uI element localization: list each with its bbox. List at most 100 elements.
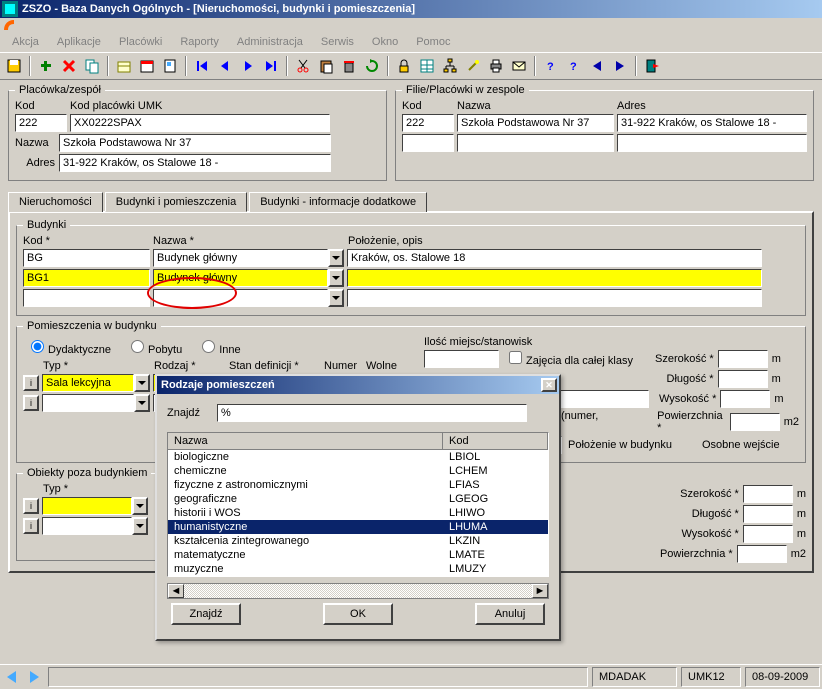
find-button[interactable]: Znajdź (171, 603, 241, 625)
refresh-icon[interactable] (362, 56, 382, 76)
hscrollbar[interactable]: ◄ ► (167, 583, 549, 599)
filie-nazwa-1[interactable] (457, 134, 614, 152)
menu-raporty[interactable]: Raporty (172, 34, 227, 50)
list-item[interactable]: kształcenia zintegrowanegoLKZIN (168, 534, 548, 548)
bud-kod-0[interactable] (23, 249, 150, 267)
delete-icon[interactable] (59, 56, 79, 76)
tab-budynki[interactable]: Budynki i pomieszczenia (105, 192, 247, 212)
next-icon[interactable] (238, 56, 258, 76)
szer-field[interactable] (718, 350, 768, 368)
ob-wys-field[interactable] (743, 525, 793, 543)
filie-adres-0[interactable] (617, 114, 807, 132)
wys-field[interactable] (720, 390, 770, 408)
scroll-track[interactable] (184, 584, 532, 598)
chevron-down-icon[interactable] (132, 497, 148, 515)
find-input[interactable] (217, 404, 527, 422)
first-icon[interactable] (192, 56, 212, 76)
back-icon[interactable] (587, 56, 607, 76)
list-item[interactable]: historii i WOSLHIWO (168, 506, 548, 520)
mail-icon[interactable] (509, 56, 529, 76)
save-icon[interactable] (4, 56, 24, 76)
radio-pobytu[interactable]: Pobytu (131, 340, 182, 356)
cancel-button[interactable]: Anuluj (475, 603, 545, 625)
filie-kod-1[interactable] (402, 134, 454, 152)
row-info-icon[interactable]: i (23, 395, 39, 411)
scroll-left-icon[interactable]: ◄ (168, 584, 184, 598)
scroll-right-icon[interactable]: ► (532, 584, 548, 598)
last-icon[interactable] (261, 56, 281, 76)
menu-pomoc[interactable]: Pomoc (408, 34, 458, 50)
bud-nazwa-0[interactable] (153, 249, 328, 267)
bud-kod-2[interactable] (23, 289, 150, 307)
copy-icon[interactable] (82, 56, 102, 76)
menu-placowki[interactable]: Placówki (111, 34, 170, 50)
list-item[interactable]: matematyczneLMATE (168, 548, 548, 562)
typ-field[interactable] (42, 374, 134, 392)
rodzaje-listbox[interactable]: Nazwa Kod biologiczneLBIOLchemiczneLCHEM… (167, 432, 549, 577)
doc-icon[interactable] (160, 56, 180, 76)
chevron-down-icon[interactable] (328, 269, 344, 287)
help2-icon[interactable]: ? (564, 56, 584, 76)
ob-dlug-field[interactable] (743, 505, 793, 523)
filie-nazwa-0[interactable] (457, 114, 614, 132)
menu-administracja[interactable]: Administracja (229, 34, 311, 50)
list-item[interactable]: biologiczneLBIOL (168, 450, 548, 464)
nazwa-field[interactable] (59, 134, 331, 152)
chevron-down-icon[interactable] (132, 517, 148, 535)
row-info-icon[interactable]: i (23, 518, 39, 534)
menu-aplikacje[interactable]: Aplikacje (49, 34, 109, 50)
bud-polozenie-1[interactable] (347, 269, 762, 287)
dlug-field[interactable] (718, 370, 768, 388)
print-icon[interactable] (486, 56, 506, 76)
bud-polozenie-2[interactable] (347, 289, 762, 307)
list-item[interactable]: fizyczne z astronomicznymiLFIAS (168, 478, 548, 492)
typ-field-2[interactable] (42, 394, 134, 412)
exit-icon[interactable] (642, 56, 662, 76)
chevron-down-icon[interactable] (134, 374, 150, 392)
bud-kod-1[interactable] (23, 269, 150, 287)
new-icon[interactable] (36, 56, 56, 76)
menu-okno[interactable]: Okno (364, 34, 406, 50)
bud-polozenie-0[interactable] (347, 249, 762, 267)
obiekty-typ-field[interactable] (42, 497, 132, 515)
grid-icon[interactable] (417, 56, 437, 76)
dialog-titlebar[interactable]: Rodzaje pomieszczeń ✕ (157, 376, 559, 394)
ilosc-field[interactable] (424, 350, 499, 368)
kodumk-field[interactable] (70, 114, 330, 132)
help-icon[interactable]: ? (541, 56, 561, 76)
ledger-icon[interactable] (114, 56, 134, 76)
calendar-icon[interactable] (137, 56, 157, 76)
close-icon[interactable]: ✕ (541, 378, 557, 392)
menu-serwis[interactable]: Serwis (313, 34, 362, 50)
chevron-down-icon[interactable] (328, 289, 344, 307)
chevron-down-icon[interactable] (134, 394, 150, 412)
ok-button[interactable]: OK (323, 603, 393, 625)
nav-fwd-icon[interactable] (24, 667, 44, 687)
filie-kod-0[interactable] (402, 114, 454, 132)
wand-icon[interactable] (463, 56, 483, 76)
list-item[interactable]: muzyczneLMUZY (168, 562, 548, 576)
prev-icon[interactable] (215, 56, 235, 76)
tab-budynki-dodatkowe[interactable]: Budynki - informacje dodatkowe (249, 192, 427, 212)
tab-nieruchomosci[interactable]: Nieruchomości (8, 192, 103, 212)
menu-akcja[interactable]: Akcja (4, 34, 47, 50)
ob-szer-field[interactable] (743, 485, 793, 503)
obiekty-typ-field-2[interactable] (42, 517, 132, 535)
row-info-icon[interactable]: i (23, 375, 39, 391)
kod-field[interactable] (15, 114, 67, 132)
paste-icon[interactable] (316, 56, 336, 76)
trash-icon[interactable] (339, 56, 359, 76)
row-info-icon[interactable]: i (23, 498, 39, 514)
list-item[interactable]: geograficzneLGEOG (168, 492, 548, 506)
pow-field[interactable] (730, 413, 780, 431)
list-item[interactable]: humanistyczneLHUMA (168, 520, 548, 534)
zajecia-checkbox[interactable]: Zajęcia dla całej klasy (509, 351, 633, 367)
radio-inne[interactable]: Inne (202, 340, 240, 356)
cut-icon[interactable] (293, 56, 313, 76)
nav-back-icon[interactable] (2, 667, 22, 687)
forward-icon[interactable] (610, 56, 630, 76)
filie-adres-1[interactable] (617, 134, 807, 152)
bud-nazwa-2[interactable] (153, 289, 328, 307)
bud-nazwa-1[interactable] (153, 269, 328, 287)
ob-pow-field[interactable] (737, 545, 787, 563)
